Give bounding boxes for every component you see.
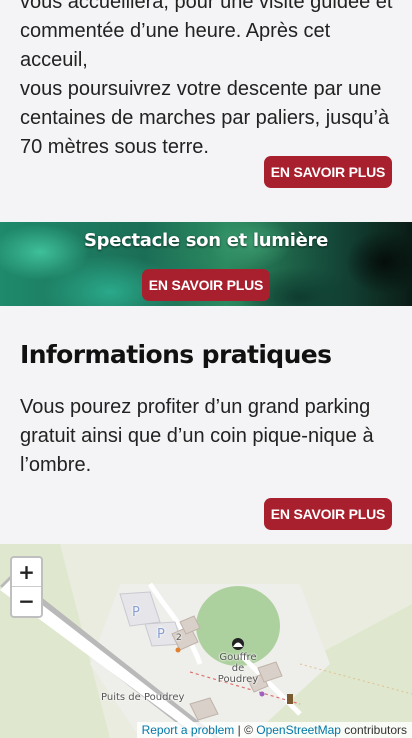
- zoom-out-button[interactable]: −: [12, 587, 41, 616]
- zoom-in-button[interactable]: +: [12, 558, 41, 587]
- banner-title: Spectacle son et lumière: [83, 230, 329, 251]
- parking-icon: P: [132, 605, 140, 620]
- openstreetmap-link[interactable]: OpenStreetMap: [256, 723, 341, 737]
- learn-more-button-info[interactable]: EN SAVOIR PLUS: [264, 498, 392, 530]
- intro-line: vous poursuivrez votre descente par une: [20, 78, 382, 100]
- intro-paragraph: vous accueillera, pour une visite guidée…: [20, 0, 400, 162]
- info-line: gratuit ainsi que d’un coin pique-nique …: [20, 425, 374, 447]
- practical-info-section: Informations pratiques Vous pourez profi…: [0, 306, 412, 544]
- house-number: 2: [176, 633, 182, 643]
- info-line: l’ombre.: [20, 454, 92, 476]
- report-problem-link[interactable]: Report a problem: [142, 723, 235, 737]
- intro-section: vous accueillera, pour une visite guidée…: [0, 0, 412, 222]
- map-attribution: Report a problem | © OpenStreetMap contr…: [136, 722, 412, 738]
- map-tiles[interactable]: [0, 544, 412, 738]
- learn-more-button-spectacle[interactable]: EN SAVOIR PLUS: [142, 269, 270, 301]
- learn-more-button-visit[interactable]: EN SAVOIR PLUS: [264, 156, 392, 188]
- map-label-puits: Puits de Poudrey: [101, 692, 185, 703]
- zoom-control: + −: [10, 556, 43, 618]
- parking-icon: P: [157, 627, 165, 642]
- info-paragraph: Vous pourez profiter d’un grand parking …: [20, 393, 390, 480]
- spectacle-banner: Spectacle son et lumière EN SAVOIR PLUS: [0, 222, 412, 306]
- intro-line: vous accueillera, pour une visite guidée…: [20, 0, 393, 13]
- section-heading: Informations pratiques: [20, 340, 332, 369]
- location-map[interactable]: P P 2 Gouffre de Poudrey Puits de Poudre…: [0, 544, 412, 738]
- map-label-gouffre: Gouffre de Poudrey: [217, 652, 259, 685]
- info-line: Vous pourez profiter d’un grand parking: [20, 396, 371, 418]
- intro-line: centaines de marches par paliers, jusqu’…: [20, 107, 390, 129]
- intro-line: commentée d’une heure. Après cet acceuil…: [20, 20, 331, 71]
